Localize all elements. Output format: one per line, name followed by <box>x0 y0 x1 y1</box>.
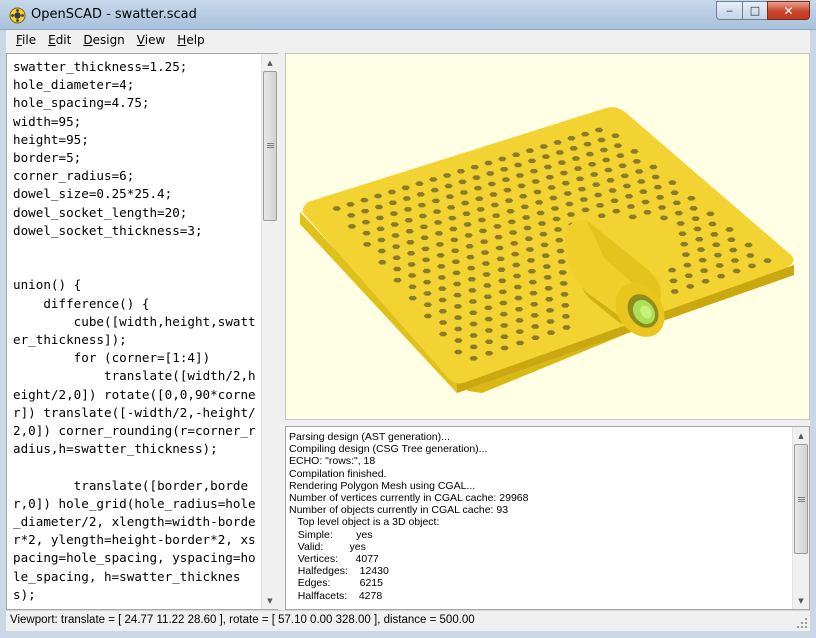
console-line: Edges: 6215 <box>289 577 383 590</box>
window-title: OpenSCAD - swatter.scad <box>31 7 197 22</box>
console-line: Vertices: 4077 <box>289 553 379 566</box>
minimize-icon: ‒ <box>726 4 733 17</box>
code-text[interactable]: swatter_thickness=1.25; hole_diameter=4;… <box>13 58 259 604</box>
openscad-logo-icon <box>9 7 26 24</box>
scroll-down-arrow-icon[interactable]: ▼ <box>262 592 278 609</box>
scroll-up-arrow-icon[interactable]: ▲ <box>262 54 278 71</box>
console-line: Halfedges: 12430 <box>289 565 389 578</box>
menu-help[interactable]: Help <box>171 33 210 47</box>
console-line: Top level object is a 3D object: <box>289 516 440 529</box>
viewport-status: Viewport: translate = [ 24.77 11.22 28.6… <box>10 614 475 626</box>
title-bar: OpenSCAD - swatter.scad ‒ □ ✕ <box>0 0 816 30</box>
maximize-icon: □ <box>749 4 761 17</box>
swatter-model[interactable] <box>286 54 809 419</box>
console-scroll-up-arrow-icon[interactable]: ▲ <box>793 427 809 444</box>
menu-view[interactable]: View <box>131 33 171 47</box>
console-line: Parsing design (AST generation)... <box>289 431 450 443</box>
console-line: Halffacets: 4278 <box>289 589 383 602</box>
console-scroll-down-arrow-icon[interactable]: ▼ <box>793 592 809 609</box>
close-button[interactable]: ✕ <box>767 1 810 20</box>
menu-design[interactable]: Design <box>77 33 130 47</box>
3d-viewport[interactable] <box>285 53 810 420</box>
editor-scroll-thumb[interactable] <box>263 71 277 221</box>
console-line: Rendering Polygon Mesh using CGAL... <box>289 479 476 492</box>
console-line: Simple: yes <box>289 528 373 541</box>
console-scrollbar[interactable]: ▲ ▼ <box>792 427 809 609</box>
console-line: Compilation finished. <box>289 467 387 480</box>
console-line: ECHO: "rows:", 18 <box>289 455 376 468</box>
main-area: swatter_thickness=1.25; hole_diameter=4;… <box>6 50 810 610</box>
menu-edit[interactable]: Edit <box>42 33 77 47</box>
maximize-button[interactable]: □ <box>742 1 767 20</box>
console-scroll-thumb[interactable] <box>794 444 808 554</box>
console-lines: Parsing design (AST generation)... Compil… <box>289 431 528 602</box>
code-editor[interactable]: swatter_thickness=1.25; hole_diameter=4;… <box>6 53 278 610</box>
console-line: Valid: yes <box>289 540 366 553</box>
minimize-button[interactable]: ‒ <box>716 1 742 20</box>
menu-file[interactable]: File <box>10 33 42 47</box>
console-line: Compiling design (CSG Tree generation)..… <box>289 443 488 456</box>
editor-scrollbar[interactable]: ▲ ▼ <box>261 54 278 609</box>
status-bar: Viewport: translate = [ 24.77 11.22 28.6… <box>6 610 810 631</box>
console-line: Number of vertices currently in CGAL cac… <box>289 492 529 505</box>
close-icon: ✕ <box>783 3 794 18</box>
console-output[interactable]: Parsing design (AST generation)... Compil… <box>285 426 810 610</box>
console-line: Number of objects currently in CGAL cach… <box>289 504 509 517</box>
resize-grip-icon[interactable] <box>796 617 808 629</box>
menu-bar: File Edit Design View Help <box>6 30 810 50</box>
